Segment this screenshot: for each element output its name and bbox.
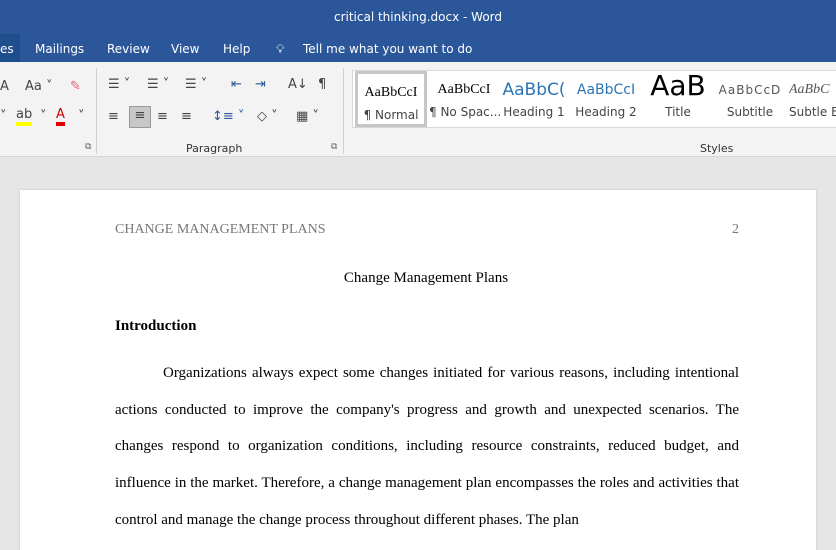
styles-gallery: AaBbCcI ¶ Normal AaBbCcI ¶ No Spac... AaBb… — [352, 70, 836, 128]
style-no-spacing[interactable]: AaBbCcI ¶ No Spac... — [429, 71, 502, 127]
title-bar: critical thinking.docx - Word — [0, 0, 836, 34]
style-label: Subtle Em — [789, 105, 836, 119]
style-label: Subtitle — [726, 105, 774, 119]
chevron-down-icon[interactable]: ˅ — [40, 108, 47, 126]
style-preview: AaBbC — [789, 82, 830, 97]
style-preview: AaBbCcI — [364, 85, 418, 100]
running-head: CHANGE MANAGEMENT PLANS — [115, 222, 326, 237]
show-formatting-icon[interactable]: ¶ — [318, 76, 326, 94]
style-label: ¶ No Spac... — [429, 105, 502, 119]
shading-icon[interactable]: ◇ ˅ — [257, 108, 278, 126]
change-case-label: Aa — [25, 79, 42, 94]
multilevel-list-icon[interactable]: ☰ ˅ — [185, 76, 207, 94]
style-heading-2[interactable]: AaBbCcI Heading 2 — [573, 71, 639, 127]
tab-mailings[interactable]: Mailings — [35, 34, 84, 62]
decrease-indent-icon[interactable]: ⇤ — [231, 76, 242, 94]
body-paragraph: Organizations always expect some changes… — [115, 365, 739, 528]
chevron-down-icon[interactable]: ˅ — [78, 108, 85, 126]
style-subtle-emphasis[interactable]: AaBbC Subtle Em — [789, 71, 836, 127]
highlight-color-icon[interactable]: ab — [16, 108, 33, 126]
align-left-icon[interactable]: ≡ — [108, 108, 119, 126]
page-number: 2 — [732, 222, 739, 237]
tab-help[interactable]: Help — [223, 34, 250, 62]
style-heading-1[interactable]: AaBbC( Heading 1 — [501, 71, 567, 127]
borders-icon[interactable]: ▦ ˅ — [296, 108, 319, 126]
sort-icon[interactable]: A↓ — [288, 76, 308, 94]
lightbulb-icon: 💡︎ — [276, 42, 285, 56]
divider — [96, 68, 97, 154]
change-case-button[interactable]: Aa ˅ — [25, 78, 53, 96]
window-title: critical thinking.docx - Word — [333, 10, 503, 24]
tab-references[interactable]: es — [0, 34, 20, 62]
paragraph-group-label: Paragraph — [186, 142, 243, 155]
styles-group-label: Styles — [700, 142, 734, 155]
grow-font-icon[interactable]: A — [0, 78, 9, 96]
center-align-icon[interactable]: ≡ — [129, 106, 151, 128]
style-label: Heading 2 — [575, 105, 637, 119]
style-subtitle[interactable]: AaBbCcD Subtitle — [717, 71, 783, 127]
ribbon: A Aa ˅ ✎ ˅ ab ˅ A ˅ ⧉ ☰ ˅ ☰ ˅ ☰ ˅ ⇤ ⇥ A↓… — [0, 62, 836, 157]
font-dialog-launcher[interactable]: ⧉ — [85, 142, 91, 152]
paragraph-dialog-launcher[interactable]: ⧉ — [331, 142, 337, 152]
style-label: ¶ Normal — [363, 108, 419, 122]
clear-formatting-icon[interactable]: ✎ — [70, 78, 81, 96]
divider — [343, 68, 344, 154]
numbering-icon[interactable]: ☰ ˅ — [147, 76, 169, 94]
style-title[interactable]: AaB Title — [645, 71, 711, 127]
increase-indent-icon[interactable]: ⇥ — [255, 76, 266, 94]
tab-review[interactable]: Review — [107, 34, 150, 62]
section-heading: Introduction — [115, 318, 197, 334]
chevron-down-icon[interactable]: ˅ — [0, 108, 7, 126]
tell-me-search[interactable]: Tell me what you want to do — [303, 34, 472, 62]
style-preview: AaB — [650, 71, 706, 102]
document-title: Change Management Plans — [343, 270, 509, 286]
document-page[interactable]: CHANGE MANAGEMENT PLANS 2 Change Managem… — [20, 190, 816, 550]
style-preview: AaBbCcI — [576, 82, 636, 98]
align-right-icon[interactable]: ≡ — [157, 108, 168, 126]
tab-view[interactable]: View — [171, 34, 199, 62]
justify-icon[interactable]: ≡ — [181, 108, 192, 126]
bullets-icon[interactable]: ☰ ˅ — [108, 76, 130, 94]
line-spacing-icon[interactable]: ↕≡ ˅ — [212, 108, 244, 126]
style-preview: AaBbC( — [502, 80, 566, 100]
style-preview: AaBbCcI — [437, 82, 491, 97]
ribbon-tabs: es Mailings Review View Help 💡︎ Tell me … — [0, 34, 836, 62]
style-label: Title — [665, 105, 691, 119]
style-preview: AaBbCcD — [718, 83, 782, 97]
style-normal[interactable]: AaBbCcI ¶ Normal — [355, 71, 427, 127]
style-label: Heading 1 — [503, 105, 565, 119]
font-color-icon[interactable]: A — [56, 108, 65, 126]
